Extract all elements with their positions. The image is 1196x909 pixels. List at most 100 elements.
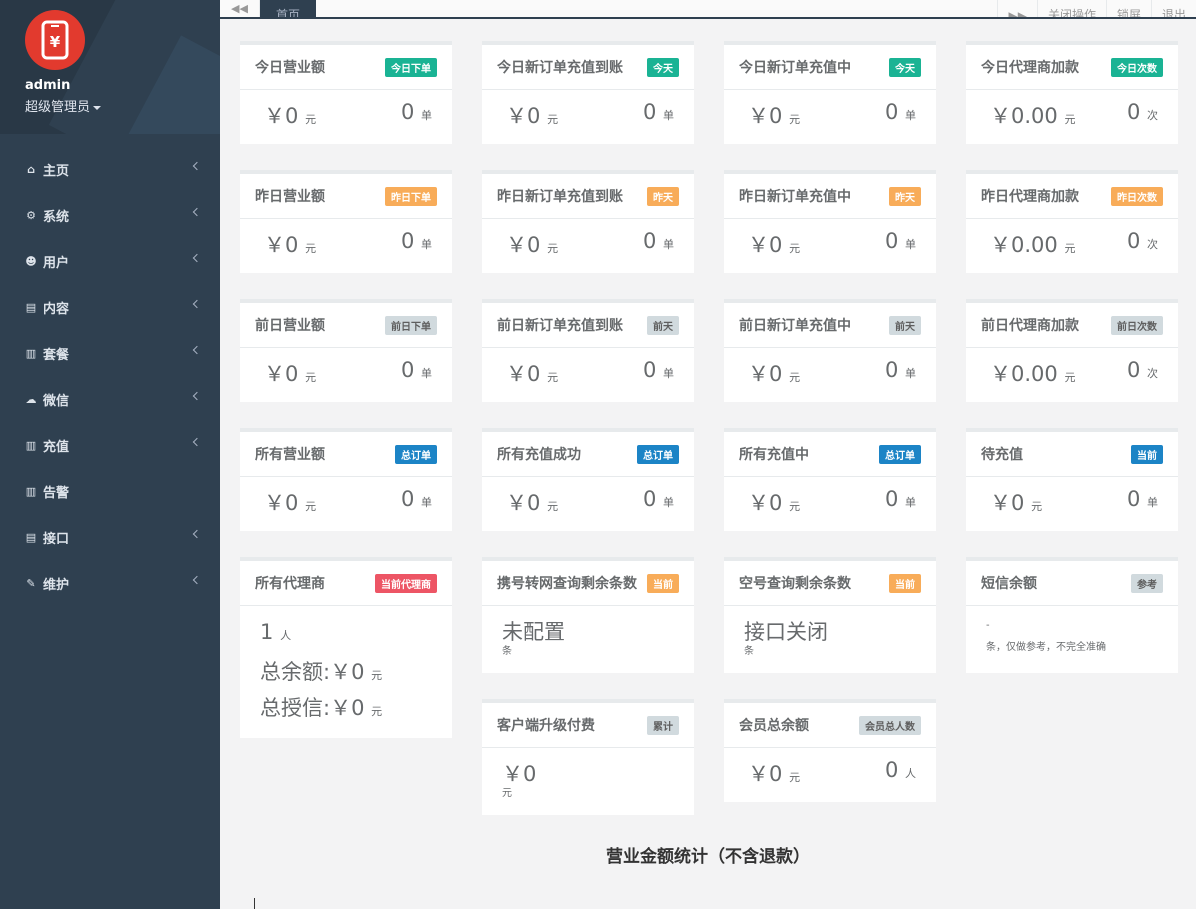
stat-card: 前日新订单充值中 前天 ￥0 元 0 单: [724, 299, 936, 402]
profile-panel: ¥ admin 超级管理员: [0, 0, 220, 134]
card-count: 0 单: [1126, 487, 1158, 511]
card-title: 昨日代理商加款: [981, 189, 1079, 205]
chevron-left-icon: [192, 391, 202, 401]
users-icon: ☻: [25, 254, 37, 268]
scroll-right-button[interactable]: ▶▶: [997, 0, 1036, 17]
chevron-left-icon: [192, 437, 202, 447]
sidebar-item-label: 接口: [43, 531, 70, 547]
card-label: 累计: [647, 715, 679, 735]
card-label: 今日下单: [385, 57, 437, 77]
port-query-unit: 条: [502, 646, 512, 657]
card-amount: ￥0 元: [264, 491, 317, 515]
sidebar-item-3[interactable]: ▤ 内容: [0, 284, 220, 330]
scroll-left-button[interactable]: ◀◀: [220, 0, 260, 17]
sms-card: 短信余额 参考 - 条，仅做参考，不完全准确: [966, 557, 1178, 673]
caret-down-icon: [93, 105, 102, 110]
card-count: 0 单: [642, 487, 674, 511]
card-title: 短信余额: [981, 576, 1037, 592]
sidebar-item-1[interactable]: ⚙ 系统: [0, 192, 220, 238]
magic-icon: ✎: [26, 576, 36, 590]
sidebar-item-6[interactable]: ▥ 充值: [0, 422, 220, 468]
sidebar-item-9[interactable]: ✎ 维护: [0, 560, 220, 606]
card-count: 0 单: [642, 100, 674, 124]
sidebar-item-8[interactable]: ▤ 接口: [0, 514, 220, 560]
card-count: 0 单: [884, 358, 916, 382]
svg-text:¥: ¥: [50, 33, 61, 51]
stat-card: 昨日代理商加款 昨日次数 ￥0.00 元 0 次: [966, 170, 1178, 273]
stat-card: 所有充值成功 总订单 ￥0 元 0 单: [482, 428, 694, 531]
card-title: 所有充值中: [739, 447, 809, 463]
card-title: 今日新订单充值到账: [497, 60, 623, 76]
chevron-left-icon: [192, 299, 202, 309]
upgrade-unit: 元: [502, 788, 512, 799]
phone-yuan-icon: ¥: [41, 20, 69, 60]
card-amount: ￥0 元: [748, 491, 801, 515]
card-label: 昨日下单: [385, 186, 437, 206]
stat-card: 昨日新订单充值到账 昨天 ￥0 元 0 单: [482, 170, 694, 273]
card-title: 空号查询剩余条数: [739, 576, 851, 592]
chevron-left-icon: [192, 345, 202, 355]
stat-card: 昨日营业额 昨日下单 ￥0 元 0 单: [240, 170, 452, 273]
stat-card: 前日新订单充值到账 前天 ￥0 元 0 单: [482, 299, 694, 402]
logout-button[interactable]: 退出: [1150, 0, 1196, 17]
chevron-left-icon: [192, 575, 202, 585]
avatar[interactable]: ¥: [25, 10, 85, 70]
file-text-icon: ▥: [25, 346, 37, 360]
user-role-dropdown[interactable]: 超级管理员: [25, 96, 102, 115]
stat-card: 前日代理商加款 前日次数 ￥0.00 元 0 次: [966, 299, 1178, 402]
close-ops-button[interactable]: 关闭操作: [1036, 0, 1106, 17]
stat-card: 所有营业额 总订单 ￥0 元 0 单: [240, 428, 452, 531]
card-amount: ￥0 元: [264, 233, 317, 257]
upgrade-card: 客户端升级付费 累计 ￥0 元: [482, 699, 694, 815]
sidebar-item-4[interactable]: ▥ 套餐: [0, 330, 220, 376]
empty-query-value: 接口关闭: [744, 620, 828, 644]
sidebar-item-0[interactable]: ⌂ 主页: [0, 146, 220, 192]
agent-balance: 总余额:￥0 元: [260, 660, 383, 684]
member-count: 0 人: [884, 758, 916, 782]
card-label: 前日次数: [1111, 315, 1163, 335]
sidebar-item-5[interactable]: ☁ 微信: [0, 376, 220, 422]
user-role: 超级管理员: [25, 100, 91, 115]
stat-card: 今日新订单充值中 今天 ￥0 元 0 单: [724, 41, 936, 144]
stat-card: 今日新订单充值到账 今天 ￥0 元 0 单: [482, 41, 694, 144]
chevron-left-icon: [192, 529, 202, 539]
sidebar-item-2[interactable]: ☻ 用户: [0, 238, 220, 284]
sidebar-item-label: 告警: [43, 485, 70, 501]
member-amount: ￥0 元: [748, 762, 801, 786]
sidebar-item-label: 主页: [43, 163, 70, 179]
lock-button[interactable]: 锁屏: [1105, 0, 1151, 17]
card-label: 参考: [1131, 573, 1163, 593]
card-count: 0 单: [884, 100, 916, 124]
tab-home[interactable]: 首页: [260, 0, 316, 17]
file-text-icon: ▥: [25, 484, 37, 498]
card-title: 所有营业额: [255, 447, 325, 463]
card-count: 0 单: [642, 358, 674, 382]
card-count: 0 单: [400, 229, 432, 253]
card-amount: ￥0 元: [748, 104, 801, 128]
empty-query-unit: 条: [744, 646, 754, 657]
sms-value: -: [986, 620, 990, 631]
card-title: 所有充值成功: [497, 447, 581, 463]
sidebar-item-label: 用户: [43, 255, 70, 271]
card-label: 当前代理商: [375, 573, 437, 593]
card-label: 前天: [889, 315, 921, 335]
card-label: 总订单: [395, 444, 437, 464]
card-count: 0 单: [642, 229, 674, 253]
card-title: 携号转网查询剩余条数: [497, 576, 637, 592]
card-count: 0 单: [884, 487, 916, 511]
sidebar-item-7[interactable]: ▥ 告警: [0, 468, 220, 514]
card-label: 总订单: [637, 444, 679, 464]
card-title: 昨日新订单充值中: [739, 189, 851, 205]
card-title: 客户端升级付费: [497, 718, 595, 734]
card-amount: ￥0 元: [264, 362, 317, 386]
card-count: 0 次: [1126, 358, 1158, 382]
stat-card: 前日营业额 前日下单 ￥0 元 0 单: [240, 299, 452, 402]
card-amount: ￥0 元: [506, 362, 559, 386]
card-amount: ￥0 元: [506, 104, 559, 128]
file-icon: ▤: [25, 530, 37, 544]
card-label: 昨日次数: [1111, 186, 1163, 206]
card-title: 所有代理商: [255, 576, 325, 592]
file-icon: ▤: [25, 300, 37, 314]
sidebar-item-label: 内容: [43, 301, 70, 317]
card-count: 0 单: [400, 358, 432, 382]
